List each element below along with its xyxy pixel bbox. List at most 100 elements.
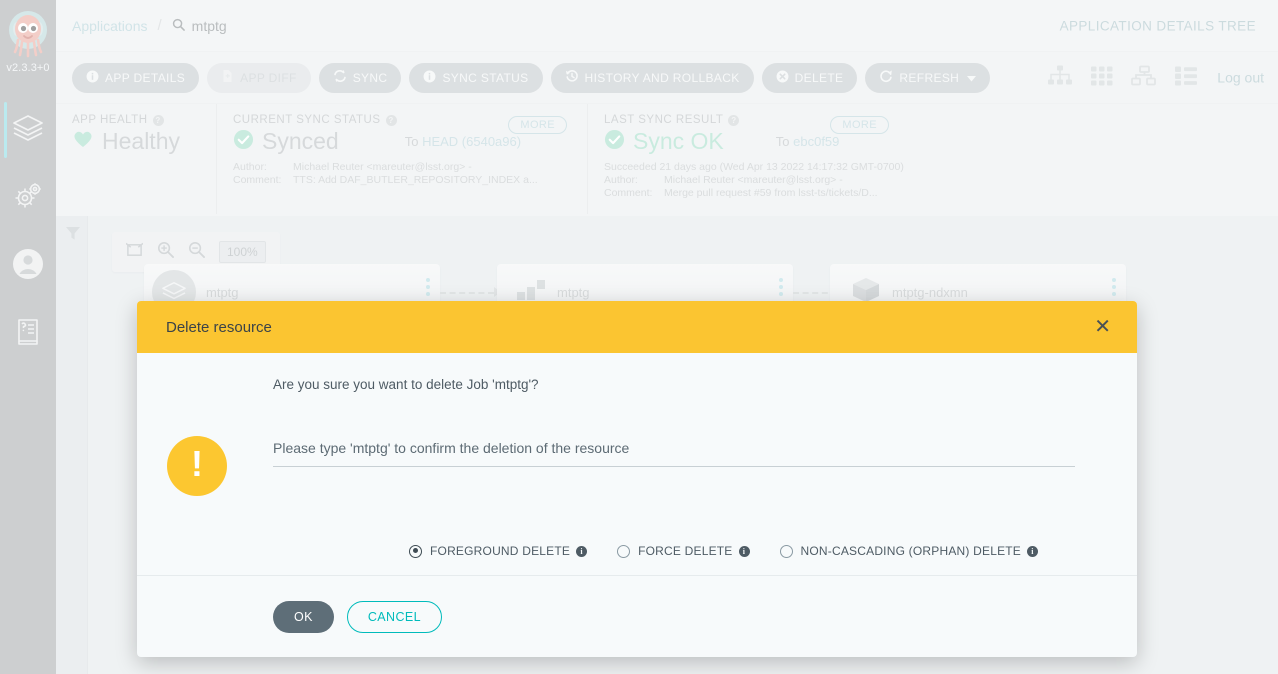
app-health-value: Healthy: [102, 128, 180, 155]
sidebar-item-settings[interactable]: [0, 164, 56, 232]
option-non-cascading-delete-label: NON-CASCADING (ORPHAN) DELETE: [801, 544, 1022, 558]
option-foreground-delete[interactable]: FOREGROUND DELETE i: [409, 544, 587, 558]
documentation-icon: [14, 317, 42, 352]
tree-edge: [440, 292, 494, 294]
ok-button[interactable]: OK: [273, 601, 334, 633]
sync-status-button[interactable]: SYNC STATUS: [409, 63, 542, 93]
refresh-label: REFRESH: [899, 71, 959, 85]
current-sync-more-button[interactable]: MORE: [508, 116, 567, 134]
sync-button[interactable]: SYNC: [319, 63, 402, 93]
node-menu-icon[interactable]: [426, 278, 430, 299]
zoom-in-icon[interactable]: [157, 241, 174, 263]
network-view-icon[interactable]: [1131, 64, 1157, 91]
close-circle-icon: [776, 70, 789, 86]
help-icon[interactable]: ?: [386, 115, 397, 126]
logout-link[interactable]: Log out: [1217, 70, 1264, 86]
radio-icon[interactable]: [780, 545, 793, 558]
current-sync-author-label: Author:: [233, 161, 293, 174]
history-and-rollback-button[interactable]: HISTORY AND ROLLBACK: [551, 63, 754, 93]
node-menu-icon[interactable]: [1112, 278, 1116, 299]
zoom-level-value[interactable]: 100%: [219, 241, 266, 263]
option-force-delete-label: FORCE DELETE: [638, 544, 732, 558]
filter-funnel-icon[interactable]: [65, 226, 81, 247]
app-details-label: APP DETAILS: [105, 71, 185, 85]
radio-icon[interactable]: [617, 545, 630, 558]
argo-octopus-logo[interactable]: [5, 8, 51, 62]
current-sync-comment: TTS: Add DAF_BUTLER_REPOSITORY_INDEX a..…: [293, 174, 538, 187]
last-sync-to-target[interactable]: ebc0f59: [793, 134, 839, 149]
modal-question: Are you sure you want to delete Job 'mtp…: [137, 377, 1137, 392]
info-icon[interactable]: i: [739, 546, 750, 557]
confirm-field: [273, 436, 1075, 467]
tree-node-application-label: mtptg: [206, 285, 239, 300]
current-sync-status-value: Synced: [262, 128, 339, 155]
info-icon[interactable]: i: [576, 546, 587, 557]
breadcrumb-separator: /: [158, 17, 162, 34]
modal-header: Delete resource ✕: [137, 301, 1137, 353]
sync-label: SYNC: [353, 71, 388, 85]
tiles-view-icon[interactable]: [1089, 64, 1115, 91]
sidebar-nav: [0, 96, 56, 368]
breadcrumb-current-label: mtptg: [192, 18, 227, 34]
last-sync-more-button[interactable]: MORE: [830, 116, 889, 134]
top-area: Applications / mtptg APPLICATION DETAILS…: [56, 0, 1278, 216]
sync-status-label: SYNC STATUS: [442, 71, 528, 85]
radio-icon[interactable]: [409, 545, 422, 558]
option-foreground-delete-label: FOREGROUND DELETE: [430, 544, 570, 558]
zoom-out-icon[interactable]: [188, 241, 205, 263]
delete-confirm-input[interactable]: [273, 436, 1075, 467]
current-sync-status-panel: CURRENT SYNC STATUS ? MORE Synced To HEA…: [216, 104, 587, 214]
modal-title: Delete resource: [166, 319, 272, 336]
help-icon[interactable]: ?: [153, 115, 164, 126]
current-sync-to-prefix: To: [405, 134, 419, 149]
last-sync-author-label: Author:: [604, 174, 664, 187]
last-sync-succeeded: Succeeded 21 days ago (Wed Apr 13 2022 1…: [604, 161, 904, 174]
filter-strip: [56, 216, 88, 674]
file-diff-icon: [221, 69, 234, 86]
list-view-icon[interactable]: [1173, 64, 1199, 91]
argocd-app-window: v2.3.3+0: [0, 0, 1278, 674]
warning-exclamation-icon: !: [167, 436, 227, 496]
current-sync-status-label: CURRENT SYNC STATUS: [233, 114, 381, 126]
cancel-button[interactable]: CANCEL: [347, 601, 442, 633]
breadcrumb-current: mtptg: [172, 18, 227, 34]
last-sync-result-value: Sync OK: [633, 128, 724, 155]
delete-label: DELETE: [795, 71, 844, 85]
exclamation-glyph: !: [191, 446, 203, 482]
node-menu-icon[interactable]: [779, 278, 783, 299]
sync-icon: [333, 69, 347, 86]
tree-node-pod-label: mtptg-ndxmn: [892, 285, 968, 300]
user-circle-icon: [12, 248, 44, 285]
delete-resource-modal: Delete resource ✕ Are you sure you want …: [137, 301, 1137, 657]
last-sync-comment: Merge pull request #59 from lsst-ts/tick…: [664, 187, 878, 200]
layers-icon: [11, 113, 45, 148]
current-sync-to-target[interactable]: HEAD (6540a96): [422, 134, 521, 149]
history-icon: [565, 69, 579, 86]
sidebar-item-applications[interactable]: [0, 96, 56, 164]
sidebar: v2.3.3+0: [0, 0, 56, 674]
last-sync-author: Michael Reuter <mareuter@lsst.org> -: [664, 174, 843, 187]
app-diff-button[interactable]: APP DIFF: [207, 63, 311, 93]
tree-node-job-label: mtptg: [557, 285, 590, 300]
history-and-rollback-label: HISTORY AND ROLLBACK: [585, 71, 740, 85]
last-sync-result-label: LAST SYNC RESULT: [604, 114, 723, 126]
breadcrumb-applications[interactable]: Applications: [72, 18, 148, 34]
app-health-panel: APP HEALTH ? Healthy: [56, 104, 216, 214]
refresh-button[interactable]: REFRESH: [865, 63, 990, 93]
modal-footer: OK CANCEL: [137, 575, 1137, 657]
fit-to-screen-icon[interactable]: [126, 242, 143, 263]
delete-options: FOREGROUND DELETE i FORCE DELETE i NON-C…: [137, 544, 1137, 558]
sidebar-item-documentation[interactable]: [0, 300, 56, 368]
info-icon[interactable]: i: [1027, 546, 1038, 557]
option-force-delete[interactable]: FORCE DELETE i: [617, 544, 749, 558]
help-icon[interactable]: ?: [728, 115, 739, 126]
delete-button[interactable]: DELETE: [762, 63, 858, 93]
confirm-row: !: [137, 436, 1137, 496]
close-icon[interactable]: ✕: [1086, 313, 1119, 341]
gears-icon: [12, 181, 44, 216]
sidebar-item-user-info[interactable]: [0, 232, 56, 300]
search-icon: [172, 18, 185, 34]
option-non-cascading-delete[interactable]: NON-CASCADING (ORPHAN) DELETE i: [780, 544, 1039, 558]
tree-view-icon[interactable]: [1047, 64, 1073, 91]
app-details-button[interactable]: APP DETAILS: [72, 63, 199, 93]
